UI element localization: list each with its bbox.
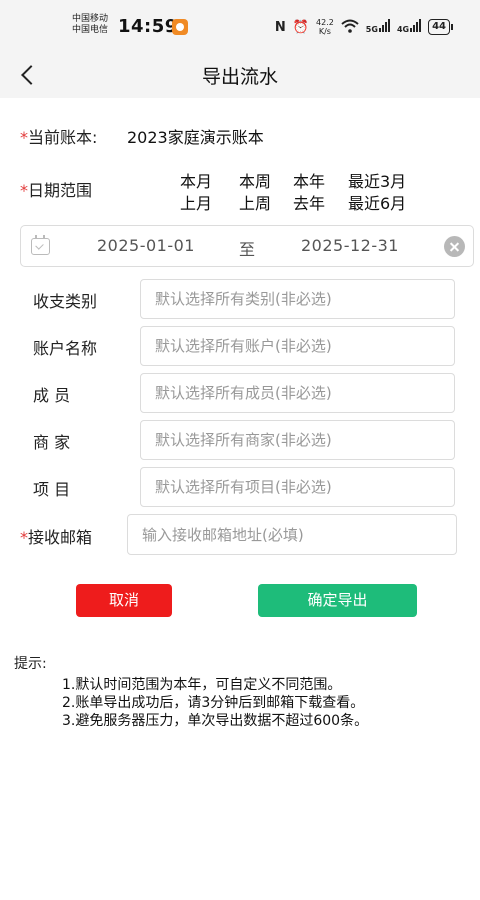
nfc-icon: N xyxy=(274,19,286,35)
carrier-1: 中国移动 xyxy=(72,14,109,24)
ledger-label: 当前账本: xyxy=(28,128,98,147)
clear-icon[interactable] xyxy=(444,236,465,257)
quick-last-year[interactable]: 去年 xyxy=(293,190,325,214)
date-range-picker[interactable]: 2025-01-01 至 2025-12-31 xyxy=(20,225,474,267)
category-label: 收支类别 xyxy=(33,292,98,311)
quick-last-3-months[interactable]: 最近3月 xyxy=(348,168,406,192)
quick-this-week[interactable]: 本周 xyxy=(239,168,271,192)
signal-4g-icon: 4G xyxy=(396,19,422,35)
network-speed-value: 42.2 xyxy=(315,18,334,27)
merchant-label: 商 家 xyxy=(33,433,71,452)
account-select[interactable] xyxy=(140,326,455,366)
network-speed: 42.2 K/s xyxy=(316,18,334,36)
battery-icon: 44 xyxy=(428,19,453,35)
nav-bar: 导出流水 xyxy=(0,52,480,98)
ledger-value: 2023家庭演示账本 xyxy=(127,128,264,147)
quick-this-month[interactable]: 本月 xyxy=(180,168,212,192)
alarm-icon: ⏰ xyxy=(292,19,309,35)
wifi-icon xyxy=(341,19,359,36)
status-clock: 14:59 xyxy=(118,16,178,37)
quick-last-month[interactable]: 上月 xyxy=(180,190,212,214)
signal-4g-label: 4G xyxy=(396,25,410,34)
required-mark: * xyxy=(20,128,28,147)
status-bar: 中国移动 中国电信 14:59 N ⏰ 42.2 K/s 5G 4G 44 xyxy=(0,0,480,52)
project-select[interactable] xyxy=(140,467,455,507)
project-label: 项 目 xyxy=(33,480,71,499)
date-separator: 至 xyxy=(239,240,256,259)
tip-item: 3.避免服务器压力，单次导出数据不超过600条。 xyxy=(62,713,369,729)
quick-last-6-months[interactable]: 最近6月 xyxy=(348,190,406,214)
email-input[interactable] xyxy=(127,514,457,555)
carrier-info: 中国移动 中国电信 xyxy=(72,14,108,36)
calendar-icon xyxy=(31,235,50,255)
signal-5g-icon: 5G xyxy=(366,19,390,35)
required-mark: * xyxy=(20,528,28,547)
category-select[interactable] xyxy=(140,279,455,319)
tip-item: 1.默认时间范围为本年，可自定义不同范围。 xyxy=(62,677,342,693)
merchant-select[interactable] xyxy=(140,420,455,460)
quick-last-week[interactable]: 上周 xyxy=(239,190,271,214)
email-label: 接收邮箱 xyxy=(28,528,93,547)
date-label-row: *日期范围 xyxy=(20,177,92,201)
quick-this-year[interactable]: 本年 xyxy=(293,168,325,192)
email-label-row: *接收邮箱 xyxy=(20,524,92,548)
date-range-label: 日期范围 xyxy=(28,181,93,200)
status-icons: N ⏰ 42.2 K/s 5G 4G 44 xyxy=(274,17,453,37)
signal-5g-label: 5G xyxy=(365,25,378,34)
app-notification-icon xyxy=(172,19,188,35)
tip-item: 2.账单导出成功后，请3分钟后到邮箱下载查看。 xyxy=(62,695,365,711)
page-title: 导出流水 xyxy=(201,66,278,88)
tips-title: 提示: xyxy=(14,656,47,672)
cancel-button[interactable]: 取消 xyxy=(76,584,172,617)
member-label: 成 员 xyxy=(33,386,71,405)
date-end[interactable]: 2025-12-31 xyxy=(301,236,399,255)
ledger-label-row: *当前账本: xyxy=(20,124,97,148)
date-start[interactable]: 2025-01-01 xyxy=(97,236,195,255)
account-label: 账户名称 xyxy=(33,339,98,358)
network-speed-unit: K/s xyxy=(318,27,331,36)
carrier-2: 中国电信 xyxy=(72,25,109,35)
confirm-export-button[interactable]: 确定导出 xyxy=(258,584,417,617)
required-mark: * xyxy=(20,181,28,200)
member-select[interactable] xyxy=(140,373,455,413)
